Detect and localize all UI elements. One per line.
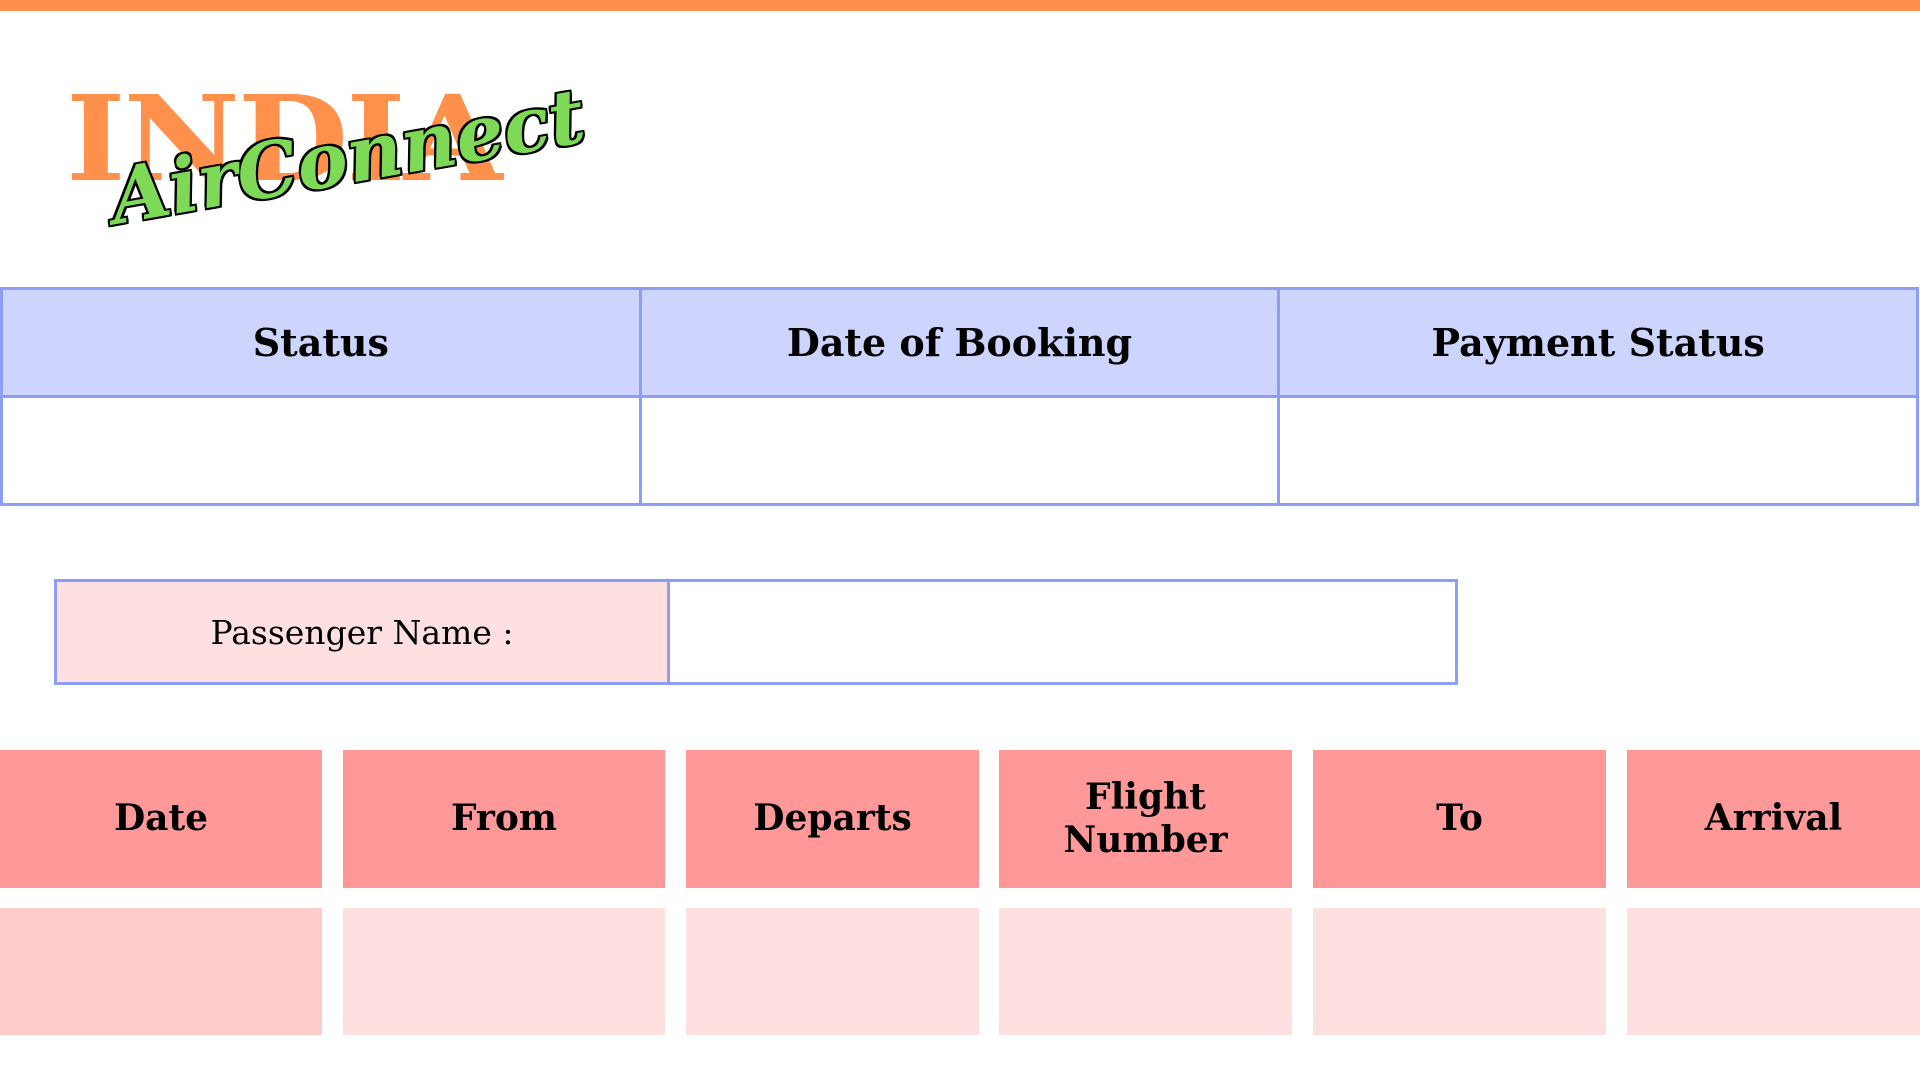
- logo: INDIA AirConnect: [66, 71, 591, 250]
- passenger-name-row: Passenger Name :: [54, 579, 1458, 685]
- booking-status-table: Status Date of Booking Payment Status: [0, 287, 1919, 506]
- departs-value[interactable]: [686, 908, 979, 1035]
- status-value[interactable]: [0, 395, 642, 506]
- to-header: To: [1313, 750, 1606, 888]
- top-accent-bar: [0, 0, 1920, 11]
- passenger-name-field[interactable]: [670, 582, 1455, 682]
- flight-column-arrival: Arrival: [1627, 750, 1920, 1035]
- from-header: From: [343, 750, 665, 888]
- flight-number-value[interactable]: [999, 908, 1292, 1035]
- from-value[interactable]: [343, 908, 665, 1035]
- flight-column-date: Date: [0, 750, 322, 1035]
- booking-status-value-row: [0, 395, 1919, 506]
- flight-column-flight-number: Flight Number: [999, 750, 1292, 1035]
- arrival-value[interactable]: [1627, 908, 1920, 1035]
- date-header: Date: [0, 750, 322, 888]
- arrival-header: Arrival: [1627, 750, 1920, 888]
- date-of-booking-value[interactable]: [638, 395, 1281, 506]
- flight-column-departs: Departs: [686, 750, 979, 1035]
- flight-number-header: Flight Number: [999, 750, 1292, 888]
- departs-header: Departs: [686, 750, 979, 888]
- payment-status-header: Payment Status: [1277, 287, 1919, 398]
- flight-column-to: To: [1313, 750, 1606, 1035]
- passenger-name-label: Passenger Name :: [57, 582, 670, 682]
- date-value[interactable]: [0, 908, 322, 1035]
- to-value[interactable]: [1313, 908, 1606, 1035]
- payment-status-value[interactable]: [1277, 395, 1919, 506]
- flight-column-from: From: [343, 750, 665, 1035]
- booking-status-header-row: Status Date of Booking Payment Status: [0, 287, 1919, 398]
- date-of-booking-header: Date of Booking: [638, 287, 1281, 398]
- status-header: Status: [0, 287, 642, 398]
